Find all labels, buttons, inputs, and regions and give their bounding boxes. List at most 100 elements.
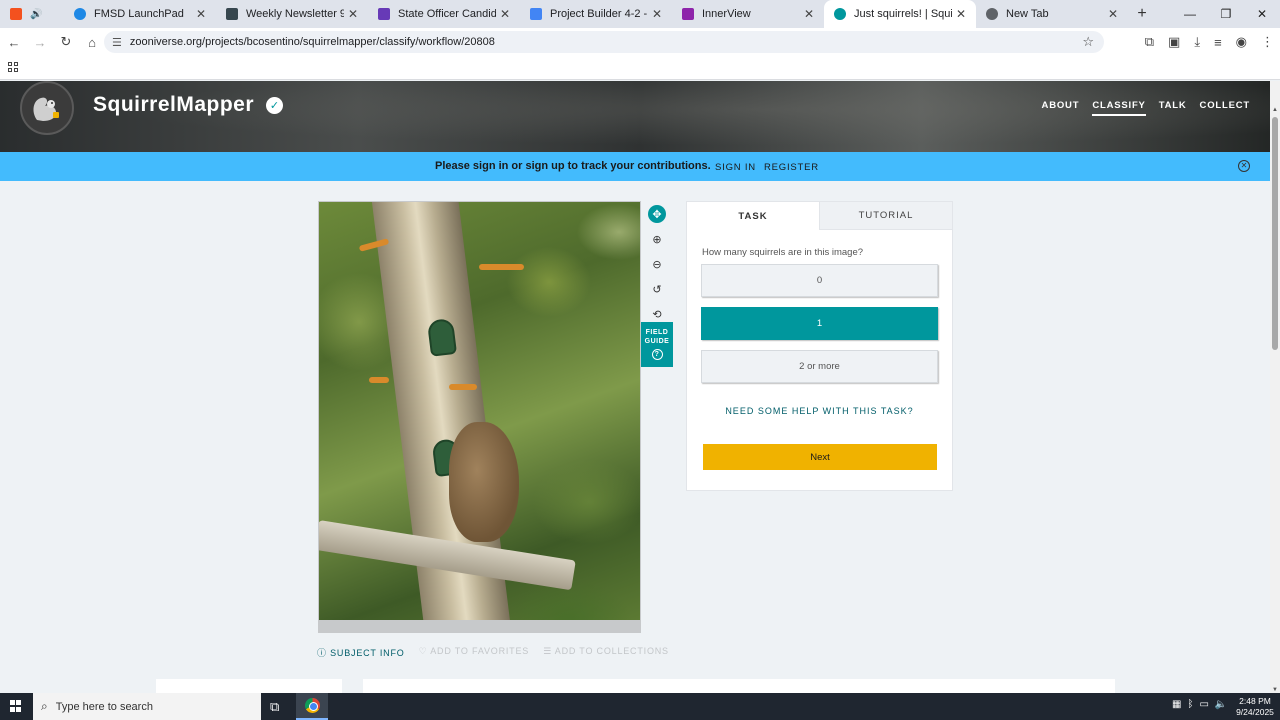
restore-icon[interactable]: ❐ [1208, 0, 1244, 28]
cloud-icon [74, 8, 86, 20]
add-favorites-button[interactable]: ♡ ADD TO FAVORITES [419, 646, 530, 659]
reload-icon[interactable]: ↻ [54, 34, 78, 50]
close-tab-icon[interactable]: ✕ [804, 7, 814, 21]
taskbar-search[interactable]: ⌕ Type here to search [33, 693, 261, 720]
browser-tab-7[interactable]: New Tab ✕ [976, 0, 1128, 28]
taskbar-chrome[interactable] [296, 693, 328, 720]
field-guide-button[interactable]: FIELD GUIDE ? [641, 322, 673, 367]
network-icon[interactable]: ▭ [1199, 699, 1208, 710]
task-tabs: TASK TUTORIAL [687, 202, 952, 230]
browser-tab-6[interactable]: Just squirrels! | SquirrelMapp ✕ [824, 0, 976, 28]
subject-meta-row: ⓘ SUBJECT INFO ♡ ADD TO FAVORITES ☰ ADD … [317, 646, 669, 659]
info-icon: ⓘ [317, 648, 331, 658]
rotate-icon[interactable]: ↺ [648, 280, 666, 298]
side-panel-icon[interactable]: ▣ [1168, 34, 1180, 50]
viewer-toolbar: ✥ ⊕ ⊖ ↺ ⟲ [645, 205, 669, 323]
image-icon [226, 8, 238, 20]
minimize-icon[interactable]: — [1172, 0, 1208, 28]
nav-talk[interactable]: TALK [1159, 100, 1187, 116]
sign-in-link[interactable]: SIGN IN [715, 162, 756, 173]
scroll-up-icon[interactable]: ▲ [1272, 107, 1278, 113]
close-tab-icon[interactable]: ✕ [500, 7, 510, 21]
browser-tab-4[interactable]: Project Builder 4-2 - Google D ✕ [520, 0, 672, 28]
nav-about[interactable]: ABOUT [1042, 100, 1080, 116]
browser-tab-3[interactable]: State Officer Candidate Intere ✕ [368, 0, 520, 28]
teams-icon[interactable]: ▦ [1172, 699, 1181, 710]
move-icon[interactable]: ✥ [648, 205, 666, 223]
reset-icon[interactable]: ⟲ [648, 305, 666, 323]
chrome-icon [304, 698, 320, 713]
forward-icon[interactable]: → [28, 35, 52, 50]
banner-message: Please sign in or sign up to track your … [435, 160, 711, 172]
answer-2-or-more[interactable]: 2 or more [701, 350, 938, 383]
subject-image[interactable] [319, 202, 640, 620]
page-scrollbar[interactable]: ▲ ▼ [1270, 81, 1280, 693]
task-panel: TASK TUTORIAL How many squirrels are in … [686, 201, 953, 491]
task-question: How many squirrels are in this image? [702, 247, 864, 258]
project-nav: ABOUT CLASSIFY TALK COLLECT [1042, 100, 1250, 116]
new-tab-button[interactable]: + [1128, 0, 1156, 28]
question-icon: ? [651, 349, 663, 360]
speaker-icon[interactable]: 🔊 [30, 9, 42, 20]
search-icon: ⌕ [41, 699, 48, 713]
scrollbar-thumb[interactable] [1272, 117, 1278, 350]
home-icon[interactable]: ⌂ [80, 35, 104, 50]
window-controls: — ❐ ✕ [1172, 0, 1280, 28]
bluetooth-icon[interactable]: ᛒ [1187, 699, 1193, 710]
nav-classify[interactable]: CLASSIFY [1092, 100, 1146, 116]
site-info-icon[interactable]: ☰ [112, 36, 122, 49]
volume-icon[interactable]: 🔈 [1215, 699, 1227, 710]
download-icon[interactable]: ⤓ [1194, 34, 1200, 50]
task-view-icon[interactable]: ⧉ [270, 699, 279, 715]
nav-collect[interactable]: COLLECT [1200, 100, 1250, 116]
url-bar[interactable]: ☰ zooniverse.org/projects/bcosentino/squ… [104, 31, 1104, 53]
zoom-out-icon[interactable]: ⊖ [648, 255, 666, 273]
profile-icon[interactable]: ◉ [1236, 34, 1247, 50]
browser-tab-1[interactable]: FMSD LaunchPad ✕ [64, 0, 216, 28]
project-avatar[interactable] [20, 81, 74, 135]
browser-actions: ⧉ ▣ ⤓ ≡ ◉ ⋮ [1145, 28, 1274, 56]
verified-check-icon: ✓ [266, 97, 283, 114]
bookmarks-bar [0, 56, 1280, 80]
zoom-in-icon[interactable]: ⊕ [648, 230, 666, 248]
browser-tab-0[interactable]: 🔊 [0, 0, 64, 28]
subject-info-button[interactable]: ⓘ SUBJECT INFO [317, 646, 405, 659]
answer-1[interactable]: 1 [701, 307, 938, 340]
tab-tutorial[interactable]: TUTORIAL [819, 202, 952, 230]
taskbar-clock[interactable]: 2:48 PM 9/24/2025 [1233, 696, 1277, 718]
task-help-link[interactable]: NEED SOME HELP WITH THIS TASK? [687, 406, 952, 416]
forms-icon [378, 8, 390, 20]
close-window-icon[interactable]: ✕ [1244, 0, 1280, 28]
windows-taskbar: ⌕ Type here to search ⧉ ▦ ᛒ ▭ 🔈 2:48 PM … [0, 693, 1280, 720]
next-button[interactable]: Next [703, 444, 937, 470]
close-tab-icon[interactable]: ✕ [956, 7, 966, 21]
back-icon[interactable]: ← [2, 35, 26, 50]
close-tab-icon[interactable]: ✕ [652, 7, 662, 21]
add-collections-button[interactable]: ☰ ADD TO COLLECTIONS [543, 646, 669, 659]
project-title[interactable]: SquirrelMapper [93, 93, 254, 117]
browser-tab-2[interactable]: Weekly Newsletter 9/17 ✕ [216, 0, 368, 28]
innerview-icon [682, 8, 694, 20]
close-banner-icon[interactable]: ✕ [1238, 160, 1250, 172]
subject-viewer [318, 201, 641, 633]
docs-icon [530, 8, 542, 20]
close-tab-icon[interactable]: ✕ [348, 7, 358, 21]
media-icon[interactable]: ≡ [1214, 35, 1222, 50]
close-tab-icon[interactable]: ✕ [1108, 7, 1118, 21]
extensions-icon[interactable]: ⧉ [1145, 34, 1154, 50]
windows-start-icon[interactable] [10, 700, 22, 712]
sign-in-banner: Please sign in or sign up to track your … [0, 152, 1280, 181]
apps-grid-icon[interactable] [8, 62, 18, 72]
browser-tab-5[interactable]: InnerView ✕ [672, 0, 824, 28]
close-tab-icon[interactable]: ✕ [196, 7, 206, 21]
system-tray: ▦ ᛒ ▭ 🔈 [1172, 699, 1227, 710]
answer-0[interactable]: 0 [701, 264, 938, 297]
browser-tab-strip: 🔊 FMSD LaunchPad ✕ Weekly Newsletter 9/1… [0, 0, 1280, 28]
bookmark-star-icon[interactable]: ☆ [1082, 34, 1094, 50]
tab-task[interactable]: TASK [687, 202, 819, 230]
list-icon: ☰ [543, 646, 555, 656]
menu-icon[interactable]: ⋮ [1261, 34, 1274, 50]
chrome-icon [986, 8, 998, 20]
squirrel-logo-icon [33, 97, 59, 121]
register-link[interactable]: REGISTER [764, 162, 819, 173]
